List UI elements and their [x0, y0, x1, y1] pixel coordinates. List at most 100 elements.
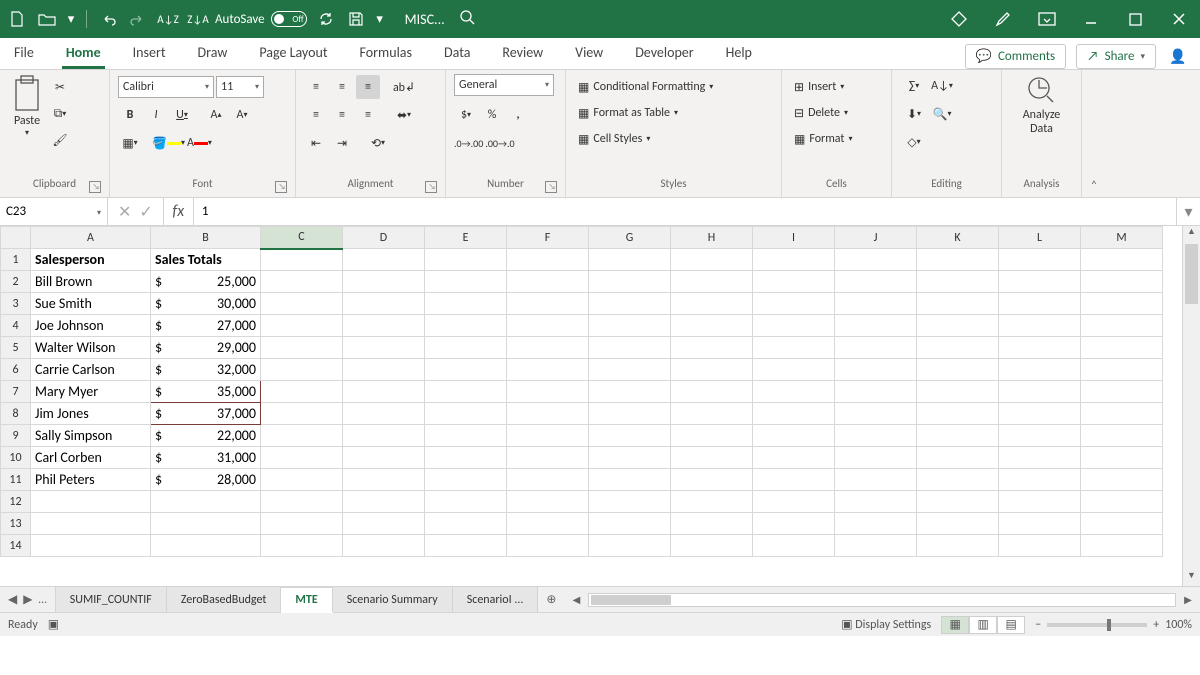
- refresh-icon[interactable]: [315, 8, 337, 30]
- cell[interactable]: [835, 337, 917, 359]
- cell[interactable]: $35,000: [151, 381, 261, 403]
- row-header[interactable]: 4: [1, 315, 31, 337]
- zoom-level[interactable]: 100%: [1165, 618, 1192, 632]
- close-icon[interactable]: [1164, 4, 1194, 34]
- row-header[interactable]: 6: [1, 359, 31, 381]
- row-header[interactable]: 13: [1, 513, 31, 535]
- display-settings-button[interactable]: ▣ Display Settings: [841, 617, 931, 632]
- cell[interactable]: [835, 359, 917, 381]
- cancel-formula-icon[interactable]: ✕: [118, 202, 131, 222]
- sort-asc-icon[interactable]: A↓Z: [157, 8, 179, 30]
- cell[interactable]: [343, 359, 425, 381]
- cell[interactable]: [261, 513, 343, 535]
- autosum-icon[interactable]: ∑▾: [902, 74, 926, 98]
- insert-cells-button[interactable]: ⊞Insert▾: [790, 74, 848, 100]
- cell[interactable]: [753, 513, 835, 535]
- cell[interactable]: [671, 315, 753, 337]
- cell[interactable]: [343, 513, 425, 535]
- cell[interactable]: Sue Smith: [31, 293, 151, 315]
- find-select-icon[interactable]: 🔍▾: [930, 102, 954, 126]
- cell[interactable]: [507, 447, 589, 469]
- sheet-nav-next-icon[interactable]: ▶: [23, 592, 32, 607]
- cell[interactable]: [425, 535, 507, 557]
- cell[interactable]: [261, 381, 343, 403]
- cell[interactable]: $28,000: [151, 469, 261, 491]
- dropdown-icon[interactable]: ▾: [66, 8, 76, 30]
- autosave-switch[interactable]: Off: [271, 11, 307, 27]
- cell[interactable]: [917, 315, 999, 337]
- cell[interactable]: [753, 249, 835, 271]
- column-header[interactable]: L: [999, 227, 1081, 249]
- number-format-select[interactable]: General: [454, 74, 554, 96]
- row-header[interactable]: 10: [1, 447, 31, 469]
- align-top-icon[interactable]: ≡: [304, 75, 328, 99]
- cell[interactable]: [507, 535, 589, 557]
- cut-icon[interactable]: ✂: [48, 75, 72, 99]
- cell[interactable]: [1081, 513, 1163, 535]
- tab-draw[interactable]: Draw: [194, 38, 232, 69]
- increase-font-icon[interactable]: A▴: [204, 103, 228, 127]
- row-header[interactable]: 2: [1, 271, 31, 293]
- cell[interactable]: [999, 403, 1081, 425]
- format-as-table-button[interactable]: ▦Format as Table▾: [574, 100, 682, 126]
- enter-formula-icon[interactable]: ✓: [139, 202, 152, 222]
- redo-icon[interactable]: [127, 8, 149, 30]
- sheet-nav-prev-icon[interactable]: ◀: [8, 592, 17, 607]
- decrease-font-icon[interactable]: A▾: [230, 103, 254, 127]
- cell[interactable]: [507, 381, 589, 403]
- column-header[interactable]: C: [261, 227, 343, 249]
- cell[interactable]: [753, 381, 835, 403]
- cell[interactable]: Walter Wilson: [31, 337, 151, 359]
- column-header[interactable]: A: [31, 227, 151, 249]
- cell[interactable]: [835, 469, 917, 491]
- cell[interactable]: [589, 315, 671, 337]
- collapse-ribbon-icon[interactable]: ˄: [1082, 70, 1106, 197]
- minimize-icon[interactable]: [1076, 4, 1106, 34]
- analyze-data-button[interactable]: Analyze Data: [1021, 74, 1063, 136]
- cell[interactable]: Bill Brown: [31, 271, 151, 293]
- cell[interactable]: [917, 425, 999, 447]
- cell[interactable]: [261, 403, 343, 425]
- copy-icon[interactable]: ⧉▾: [48, 102, 72, 126]
- cell[interactable]: [999, 447, 1081, 469]
- sheet-tab[interactable]: ScenarioI ...: [453, 587, 539, 612]
- cell[interactable]: [151, 535, 261, 557]
- row-header[interactable]: 12: [1, 491, 31, 513]
- cell[interactable]: [1081, 447, 1163, 469]
- cell[interactable]: [835, 535, 917, 557]
- brush-icon[interactable]: [988, 4, 1018, 34]
- cell[interactable]: [1081, 315, 1163, 337]
- cell[interactable]: [753, 359, 835, 381]
- cell[interactable]: $30,000: [151, 293, 261, 315]
- number-launcher-icon[interactable]: [545, 181, 557, 193]
- cell[interactable]: [999, 249, 1081, 271]
- fx-icon[interactable]: fx: [164, 198, 194, 225]
- ribbon-mode-icon[interactable]: [1032, 4, 1062, 34]
- cell[interactable]: $22,000: [151, 425, 261, 447]
- sort-desc-icon[interactable]: Z↓A: [187, 8, 209, 30]
- cell[interactable]: [507, 491, 589, 513]
- cell[interactable]: Sally Simpson: [31, 425, 151, 447]
- decrease-indent-icon[interactable]: ⇤: [304, 131, 328, 155]
- align-middle-icon[interactable]: ≡: [330, 75, 354, 99]
- save-icon[interactable]: [345, 8, 367, 30]
- cell[interactable]: [671, 403, 753, 425]
- cell[interactable]: [917, 491, 999, 513]
- cell[interactable]: [753, 403, 835, 425]
- cell[interactable]: [589, 447, 671, 469]
- cell[interactable]: [343, 403, 425, 425]
- cell[interactable]: [507, 469, 589, 491]
- zoom-slider[interactable]: [1047, 623, 1147, 627]
- cell[interactable]: [753, 469, 835, 491]
- cell[interactable]: [151, 513, 261, 535]
- share-button[interactable]: ↗ Share ▾: [1076, 44, 1156, 69]
- cell[interactable]: [261, 337, 343, 359]
- sheet-table[interactable]: ABCDEFGHIJKLM1SalespersonSales Totals2Bi…: [0, 226, 1163, 557]
- cell[interactable]: [1081, 469, 1163, 491]
- cell[interactable]: [917, 337, 999, 359]
- tab-formulas[interactable]: Formulas: [356, 38, 416, 69]
- cell[interactable]: [999, 535, 1081, 557]
- alignment-launcher-icon[interactable]: [425, 181, 437, 193]
- cell[interactable]: Jim Jones: [31, 403, 151, 425]
- tab-help[interactable]: Help: [722, 38, 756, 69]
